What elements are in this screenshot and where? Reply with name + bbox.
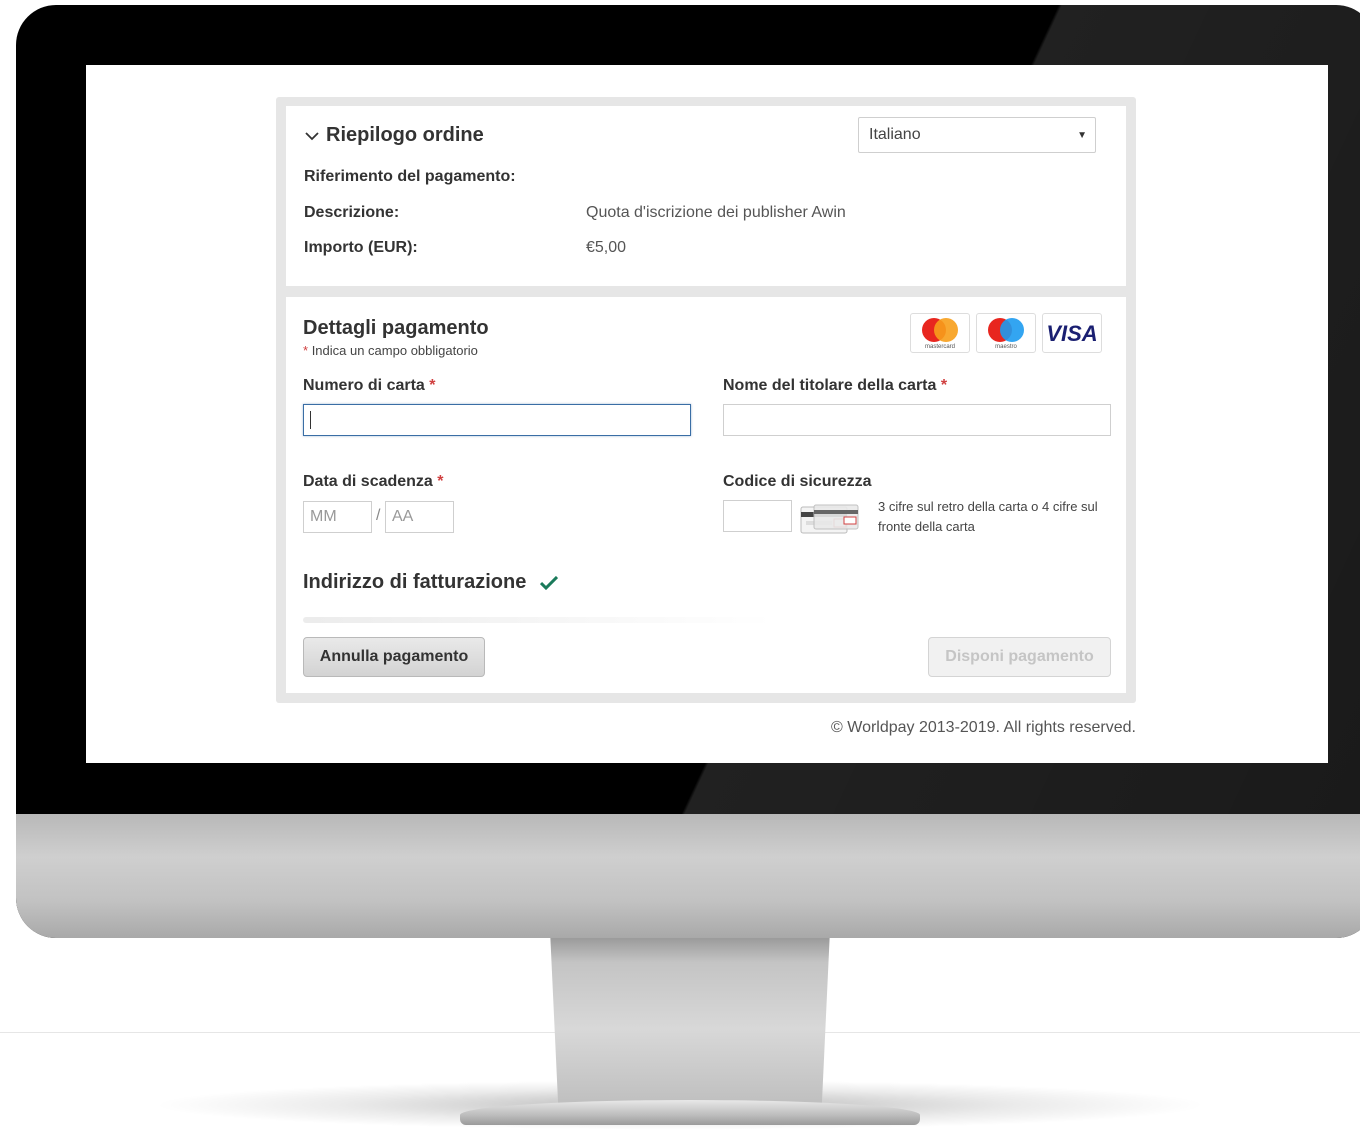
footer-copyright: © Worldpay 2013-2019. All rights reserve… [831,719,1136,736]
description-label: Descrizione: [304,204,400,221]
amount-label: Importo (EUR): [304,239,418,256]
required-marker: * [303,343,309,358]
language-select[interactable]: Italiano ▼ [858,117,1096,153]
payment-reference-label: Riferimento del pagamento: [304,168,516,185]
security-code-hint: 3 cifre sul retro della carta o 4 cifre … [878,499,1098,534]
required-note-text: Indica un campo obbligatorio [311,343,478,358]
expiry-month-input[interactable]: MM [303,501,372,533]
card-back-icon [800,504,859,534]
description-value: Quota d'iscrizione dei publisher Awin [586,204,846,221]
language-selected: Italiano [869,126,921,143]
order-summary-toggle[interactable]: Riepilogo ordine [304,124,484,147]
card-number-label: Numero di carta * [303,377,436,395]
cancel-payment-button[interactable]: Annulla pagamento [303,637,485,677]
order-summary-title: Riepilogo ordine [326,124,484,146]
expiry-year-input[interactable]: AA [385,501,454,533]
card-number-label-text: Numero di carta [303,377,425,394]
billing-address-title: Indirizzo di fatturazione [303,571,527,593]
screen: Riepilogo ordine Italiano ▼ Riferimento … [86,65,1328,763]
maestro-logo: maestro [976,313,1036,353]
security-code-label: Codice di sicurezza [723,473,872,490]
mastercard-logo: mastercard [910,313,970,353]
cardholder-input[interactable] [723,404,1111,436]
monitor-chin [16,814,1360,938]
visa-caption: VISA [1046,321,1097,346]
maestro-caption: maestro [995,344,1017,350]
submit-payment-button[interactable]: Disponi pagamento [928,637,1111,677]
required-marker: * [940,377,948,394]
monitor-stand-base [460,1100,920,1125]
payment-details-card: Dettagli pagamento * Indica un campo obb… [286,297,1126,693]
text-cursor [310,411,311,429]
dropdown-caret-icon: ▼ [1077,130,1087,141]
monitor-frame: Riepilogo ordine Italiano ▼ Riferimento … [16,5,1360,938]
required-note: * Indica un campo obbligatorio [303,343,478,358]
required-marker: * [437,473,444,490]
chevron-down-icon [305,131,319,140]
payment-page-panel: Riepilogo ordine Italiano ▼ Riferimento … [276,97,1136,703]
expiry-label: Data di scadenza * [303,473,444,491]
expiry-month-placeholder: MM [310,508,337,525]
collapsed-billing-details [303,617,773,623]
billing-address-heading[interactable]: Indirizzo di fatturazione [303,571,559,594]
check-icon [540,575,559,590]
expiry-year-placeholder: AA [392,508,414,525]
cardholder-label-text: Nome del titolare della carta [723,377,937,394]
accepted-cards: mastercard maestro VISA [910,313,1102,353]
amount-value: €5,00 [586,239,627,256]
required-marker: * [429,377,436,394]
payment-details-title: Dettagli pagamento [303,317,489,339]
visa-logo: VISA [1042,313,1102,353]
expiry-label-text: Data di scadenza [303,473,433,490]
mastercard-caption: mastercard [925,344,955,350]
security-code-input[interactable] [723,500,792,532]
order-summary-card: Riepilogo ordine Italiano ▼ Riferimento … [286,106,1126,286]
expiry-separator: / [376,507,381,524]
monitor-stand [550,930,830,1110]
cardholder-label: Nome del titolare della carta * [723,377,947,395]
card-number-input[interactable] [303,404,691,436]
